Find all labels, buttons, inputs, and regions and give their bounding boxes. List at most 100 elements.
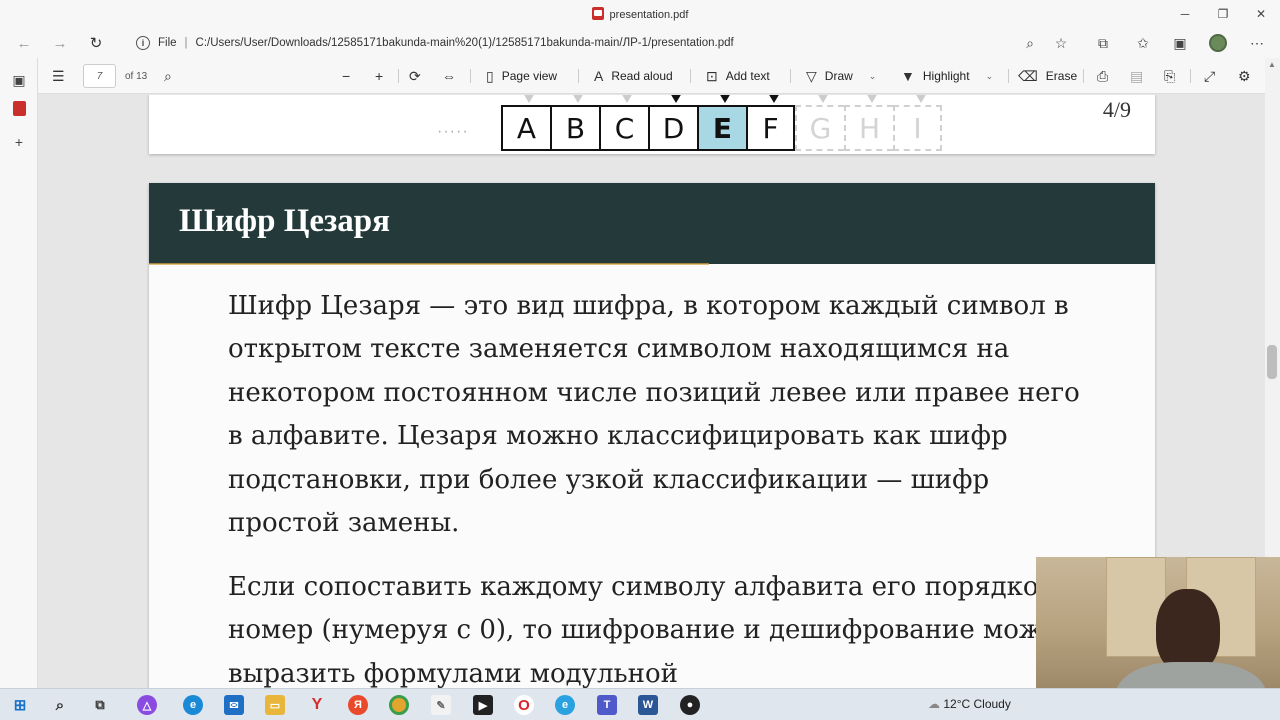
divider: [470, 69, 471, 83]
draw-button[interactable]: ▽ Draw ⌄: [806, 58, 876, 94]
highlight-icon: ▼: [901, 68, 915, 84]
url-text[interactable]: C:/Users/User/Downloads/12585171bakunda-…: [196, 37, 734, 49]
shift-arrow: [768, 95, 780, 103]
shift-arrow: [621, 95, 633, 103]
erase-button[interactable]: ⌫ Erase: [1018, 58, 1077, 94]
alphabet-cell: C: [599, 105, 648, 151]
weather-widget[interactable]: ☁ 12°C Cloudy: [928, 697, 1011, 711]
maximize-button[interactable]: ❐: [1204, 0, 1242, 28]
profile-avatar-icon[interactable]: [1208, 33, 1228, 53]
yandex-y-icon[interactable]: Y: [307, 695, 327, 715]
word-icon[interactable]: W: [638, 695, 658, 715]
chevron-down-icon[interactable]: ⌄: [869, 71, 877, 82]
highlight-button[interactable]: ▼ Highlight ⌄: [901, 58, 993, 94]
erase-label: Erase: [1045, 69, 1078, 83]
shift-arrow: [523, 95, 535, 103]
notepad-icon[interactable]: ✎: [431, 695, 451, 715]
divider: [790, 69, 791, 83]
zoom-icon[interactable]: ⌕: [1020, 33, 1040, 53]
alphabet-cell-ghost: H: [844, 105, 893, 151]
slide-title: Шифр Цезаря: [179, 203, 390, 239]
extensions-icon[interactable]: ⧉: [1093, 33, 1113, 53]
find-icon[interactable]: ⌕: [164, 58, 180, 94]
divider: [1008, 69, 1009, 83]
chevron-down-icon[interactable]: ⌄: [986, 71, 994, 82]
zoom-out-icon[interactable]: −: [342, 58, 358, 94]
shift-arrow: [915, 95, 927, 103]
forward-icon[interactable]: →: [48, 32, 72, 54]
page-number-box[interactable]: 7: [83, 58, 116, 94]
scroll-up-icon[interactable]: ▲: [1267, 60, 1277, 70]
tab-actions-icon[interactable]: ▣: [9, 70, 29, 90]
print-icon[interactable]: ⎙: [1097, 58, 1116, 94]
divider: [578, 69, 579, 83]
fit-page-icon[interactable]: ⇔: [442, 58, 464, 94]
alphabet-dots: ·····: [437, 123, 469, 140]
yandex-browser-icon[interactable]: Я: [348, 695, 368, 715]
alphabet-cell: F: [746, 105, 795, 151]
settings-gear-icon[interactable]: ⚙: [1238, 58, 1259, 94]
pdf-toolbar: ☰ 7 of 13 ⌕ − + ⟳ ⇔ ▯ Page view A Read alo…: [0, 58, 1280, 94]
title-bar: presentation.pdf ─ ❐ ✕: [0, 0, 1280, 28]
alphabet-cell-ghost: G: [795, 105, 844, 151]
shift-arrow: [866, 95, 878, 103]
save-as-icon[interactable]: ⎘: [1164, 58, 1183, 94]
app-purple-icon[interactable]: △: [137, 695, 157, 715]
window-title: presentation.pdf: [0, 7, 1280, 21]
favorite-star-icon[interactable]: ☆: [1051, 33, 1071, 53]
page-number-input[interactable]: 7: [83, 64, 116, 88]
favorites-icon[interactable]: ✩: [1133, 33, 1153, 53]
weather-text: 12°C Cloudy: [943, 697, 1011, 711]
edge-dev-icon[interactable]: e: [555, 695, 575, 715]
opera-icon[interactable]: O: [514, 695, 534, 715]
save-icon[interactable]: ▤: [1130, 58, 1151, 94]
page-total: of 13: [125, 70, 148, 82]
more-menu-icon[interactable]: ⋯: [1247, 33, 1267, 53]
add-text-button[interactable]: ⊡ Add text: [706, 58, 770, 94]
chrome-icon[interactable]: [389, 695, 409, 715]
app-dark-icon[interactable]: ●: [680, 695, 700, 715]
shift-arrow: [670, 95, 682, 103]
mail-icon[interactable]: ✉: [224, 695, 244, 715]
read-aloud-icon: A: [594, 68, 604, 84]
close-button[interactable]: ✕: [1242, 0, 1280, 28]
minimize-button[interactable]: ─: [1166, 0, 1204, 28]
collections-icon[interactable]: ▣: [1170, 33, 1190, 53]
task-view-icon[interactable]: ⧉: [90, 695, 110, 715]
teams-icon[interactable]: T: [597, 695, 617, 715]
read-aloud-button[interactable]: A Read aloud: [594, 58, 673, 94]
scrollbar-thumb[interactable]: [1267, 345, 1277, 379]
back-icon[interactable]: ←: [12, 32, 36, 54]
taskbar: ⊞ ⌕ ⧉ △ e ✉ ▭ Y Я ✎ ▶ O e T W ● ☁ 12°C C…: [0, 688, 1280, 720]
add-text-label: Add text: [725, 69, 770, 83]
slide-header: Шифр Цезаря: [149, 183, 1155, 264]
draw-icon: ▽: [806, 67, 817, 84]
rotate-icon[interactable]: ⟳: [409, 58, 429, 94]
book-icon: ▯: [486, 67, 494, 84]
shift-arrow: [817, 95, 829, 103]
title-underline: [149, 263, 709, 265]
slide-paragraph: Если сопоставить каждому символу алфавит…: [228, 572, 1092, 688]
file-explorer-icon[interactable]: ▭: [265, 695, 285, 715]
new-tab-icon[interactable]: +: [9, 132, 29, 152]
windows-start-icon[interactable]: ⊞: [10, 695, 30, 715]
page-view-label: Page view: [501, 69, 558, 83]
search-icon[interactable]: ⌕: [50, 695, 70, 715]
cloud-icon: ☁: [928, 697, 940, 711]
edge-icon[interactable]: e: [183, 695, 203, 715]
pdf-icon: [591, 7, 604, 20]
divider: [690, 69, 691, 83]
info-icon[interactable]: i: [136, 36, 150, 50]
contents-icon[interactable]: ☰: [52, 58, 73, 94]
window-title-text: presentation.pdf: [609, 9, 689, 21]
pdf-tab-icon[interactable]: [9, 98, 29, 118]
address-bar[interactable]: i File | C:/Users/User/Downloads/1258517…: [120, 30, 1080, 56]
slide-page-label: 4/9: [1102, 97, 1131, 122]
media-icon[interactable]: ▶: [473, 695, 493, 715]
fullscreen-icon[interactable]: ⤢: [1204, 58, 1223, 94]
refresh-icon[interactable]: ↻: [84, 32, 108, 54]
page-view-button[interactable]: ▯ Page view: [486, 58, 557, 94]
draw-label: Draw: [824, 69, 853, 83]
zoom-in-icon[interactable]: +: [375, 58, 391, 94]
slide-previous: 4/9 ····· A B C D E F G H I: [149, 95, 1155, 154]
